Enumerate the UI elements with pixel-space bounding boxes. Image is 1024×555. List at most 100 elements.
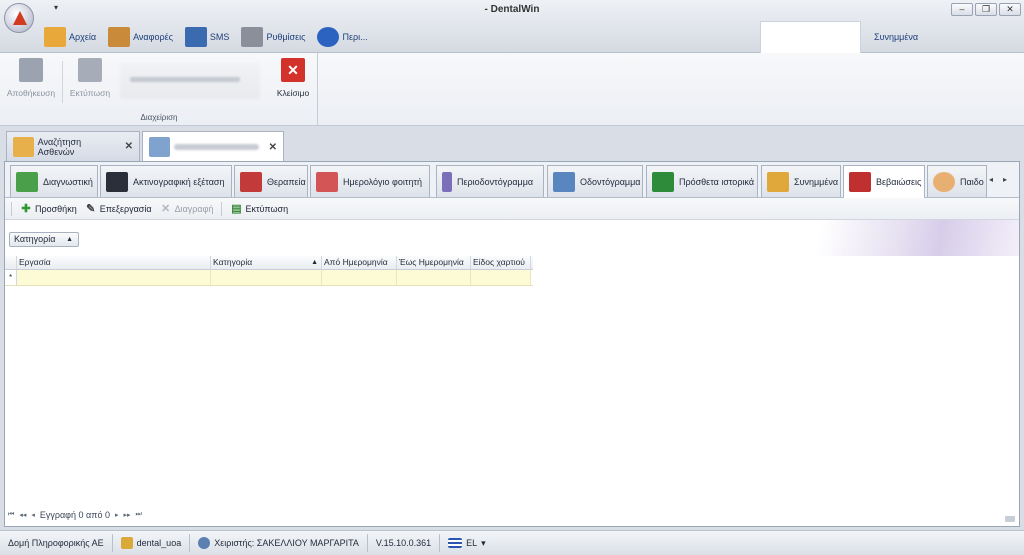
delete-x-icon: ✕ [160,202,171,215]
tab-certificates[interactable]: Βεβαιώσεις [843,165,925,198]
tab-odontogram[interactable]: Οδοντόγραμμα [547,165,643,197]
tab-attachments-label: Συνημμένα [794,176,839,187]
ribbon-separator [62,61,63,103]
record-sub-tabs: Διαγνωστική Ακτινογραφική εξέταση Θεραπε… [5,162,1019,198]
print-button[interactable]: Εκτύπωση [66,58,114,98]
record-position: Εγγραφή 0 από 0 [39,510,110,520]
new-row-cell[interactable] [322,270,397,285]
close-record-label: Κλείσιμο [276,88,310,98]
pencil-icon: ✎ [86,202,96,215]
save-button[interactable]: Αποθήκευση [6,58,56,98]
status-database: dental_uoa [113,534,191,552]
user-icon [198,537,211,549]
row-indicator-header [5,256,17,269]
column-header-category[interactable]: Κατηγορία ▲ [211,256,322,269]
document-tabs: Αναζήτηση Ασθενών ✕ ✕ [0,126,1024,162]
menu-files[interactable]: Αρχεία [44,27,96,47]
folder-icon [767,171,789,192]
ribbon-group-management: Αποθήκευση Εκτύπωση ✕ Κλείσιμο Διαχείρισ… [0,53,318,126]
chart-bars-icon [442,171,452,192]
chevron-down-icon: ▾ [481,537,486,548]
delete-button[interactable]: ✕ Διαγραφή [160,203,214,215]
status-database-label: dental_uoa [136,538,182,548]
tab-treatment[interactable]: Θεραπεία [234,165,308,197]
next-page-icon[interactable]: ▸▸ [123,511,130,519]
attachments-menu[interactable]: Συνημμένα [874,32,918,42]
tab-student-diary[interactable]: Ημερολόγιο φοιτητή [310,165,430,197]
title-bar: ▾ - DentalWin – ❐ ✕ Αρχεία Αναφορές SMS … [0,0,1024,53]
close-window-button[interactable]: ✕ [999,3,1021,16]
menu-about[interactable]: Περι... [317,27,368,47]
column-header-task[interactable]: Εργασία [17,256,211,269]
first-aid-icon [240,171,262,192]
column-header-to-date[interactable]: Έως Ημερομηνία [397,256,471,269]
menu-reports[interactable]: Αναφορές [108,27,173,47]
status-bar: Δομή Πληροφορικής ΑΕ dental_uoa Χειριστή… [0,530,1024,555]
last-record-icon[interactable]: ⏭ [136,511,142,519]
resize-grip-icon[interactable] [1005,516,1015,522]
menu-sms[interactable]: SMS [184,27,229,47]
language-selector[interactable]: EL ▾ [440,534,494,552]
status-user: Χειριστής: ΣΑΚΕΛΛΙΟΥ ΜΑΡΓΑΡΙΤΑ [190,534,368,552]
close-tab-icon[interactable]: ✕ [125,141,133,152]
tab-certificates-label: Βεβαιώσεις [876,177,922,187]
attachments-tab-area[interactable] [760,21,861,53]
prev-record-icon[interactable]: ◂ [31,511,35,519]
prev-page-icon[interactable]: ◂◂ [19,511,26,519]
add-button[interactable]: ✚ Προσθήκη [20,202,76,215]
main-menu: Αρχεία Αναφορές SMS Ρυθμίσεις Περι... [44,22,380,52]
next-record-icon[interactable]: ▸ [115,511,119,519]
print-label: Εκτύπωση [69,88,111,98]
new-row-cell[interactable] [211,270,322,285]
folder-search-icon [13,136,34,157]
new-row-cell[interactable] [397,270,471,285]
menu-reports-label: Αναφορές [133,32,173,42]
tab-attachments[interactable]: Συνημμένα [761,165,841,197]
close-tab-icon[interactable]: ✕ [269,142,277,153]
group-by-category-chip[interactable]: Κατηγορία ▲ [9,232,79,247]
tab-additional-history[interactable]: Πρόσθετα ιστορικά [646,165,758,197]
group-chip-label: Κατηγορία [14,234,56,244]
plus-icon: ✚ [21,202,31,215]
edit-button[interactable]: ✎ Επεξεργασία [85,202,151,215]
tab-scroll-left-icon[interactable]: ◂ [989,175,993,184]
minimize-button[interactable]: – [951,3,973,16]
tab-patient-search[interactable]: Αναζήτηση Ασθενών ✕ [6,131,140,161]
sort-ascending-icon: ▲ [311,259,318,266]
tab-student-diary-label: Ημερολόγιο φοιτητή [343,176,422,187]
tools-icon [241,27,264,47]
tab-treatment-label: Θεραπεία [267,176,306,187]
ribbon-group-label: Διαχείριση [140,113,178,122]
print-list-label: Εκτύπωση [245,203,289,214]
tab-pediatric[interactable]: Παιδο [927,165,987,197]
tab-patient-record[interactable]: ✕ [142,131,284,162]
close-record-button[interactable]: ✕ Κλείσιμο [272,58,314,98]
status-company-label: Δομή Πληροφορικής ΑΕ [8,538,104,548]
column-header-from-date[interactable]: Από Ημερομηνία [322,256,397,269]
close-icon: ✕ [281,58,305,82]
monitor-icon [106,171,128,192]
tab-periodontogram[interactable]: Περιοδοντόγραμμα [436,165,544,197]
status-version: V.15.10.0.361 [368,534,441,552]
new-row-cell[interactable] [17,270,211,285]
tab-diagnostics[interactable]: Διαγνωστική [10,165,98,197]
grid-new-item-row[interactable]: * [5,270,533,286]
new-row-cell[interactable] [471,270,531,285]
first-record-icon[interactable]: ⏮ [8,511,14,519]
restore-button[interactable]: ❐ [975,3,997,16]
status-user-label: Χειριστής: ΣΑΚΕΛΛΙΟΥ ΜΑΡΓΑΡΙΤΑ [214,538,359,548]
greek-flag-icon [448,538,463,548]
ribbon: Αποθήκευση Εκτύπωση ✕ Κλείσιμο Διαχείρισ… [0,53,1024,126]
tab-scroll-right-icon[interactable]: ▸ [1003,175,1007,184]
phone-icon [184,27,207,47]
printer-icon: ▤ [231,202,242,215]
window-title: - DentalWin [484,4,540,15]
info-icon [317,27,340,47]
column-header-paper-type[interactable]: Είδος χαρτιού [471,256,531,269]
print-list-button[interactable]: ▤ Εκτύπωση [230,203,288,215]
tab-odontogram-label: Οδοντόγραμμα [580,176,641,187]
save-label: Αποθήκευση [6,88,56,98]
tab-xray-exam[interactable]: Ακτινογραφική εξέταση [100,165,232,197]
toolbar-separator [221,201,223,216]
menu-settings[interactable]: Ρυθμίσεις [241,27,305,47]
